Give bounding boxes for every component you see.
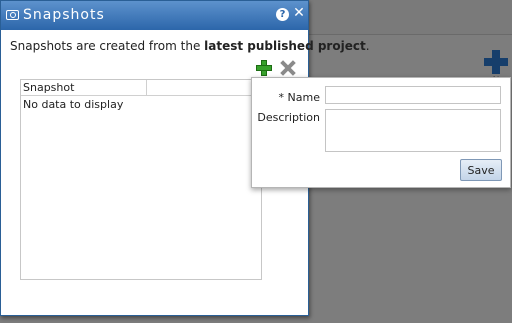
camera-icon xyxy=(6,10,19,20)
background-add-icon[interactable] xyxy=(483,50,509,76)
description-prefix: Snapshots are created from the xyxy=(10,39,205,53)
create-snapshot-popup: * Name Description Save xyxy=(251,77,511,188)
empty-message: No data to display xyxy=(23,98,124,111)
description-suffix: . xyxy=(365,39,370,53)
dialog-description: Snapshots are created from the latest pu… xyxy=(10,39,370,53)
description-label: Description xyxy=(257,111,320,124)
save-button[interactable]: Save xyxy=(460,159,502,181)
description-bold: latest published project xyxy=(204,39,366,53)
column-header-snapshot[interactable]: Snapshot xyxy=(21,80,147,95)
dialog-titlebar[interactable]: Snapshots ? ✕ xyxy=(1,1,308,30)
dialog-title: Snapshots xyxy=(23,7,105,23)
add-snapshot-icon[interactable] xyxy=(255,59,273,77)
name-label: * Name xyxy=(278,91,320,104)
close-icon[interactable]: ✕ xyxy=(293,6,305,20)
name-input[interactable] xyxy=(325,86,501,104)
delete-snapshot-icon[interactable] xyxy=(279,59,297,77)
table-header: Snapshot xyxy=(21,80,261,96)
help-icon[interactable]: ? xyxy=(276,8,289,21)
snapshot-table: Snapshot No data to display xyxy=(20,79,262,280)
description-input[interactable] xyxy=(325,109,501,152)
